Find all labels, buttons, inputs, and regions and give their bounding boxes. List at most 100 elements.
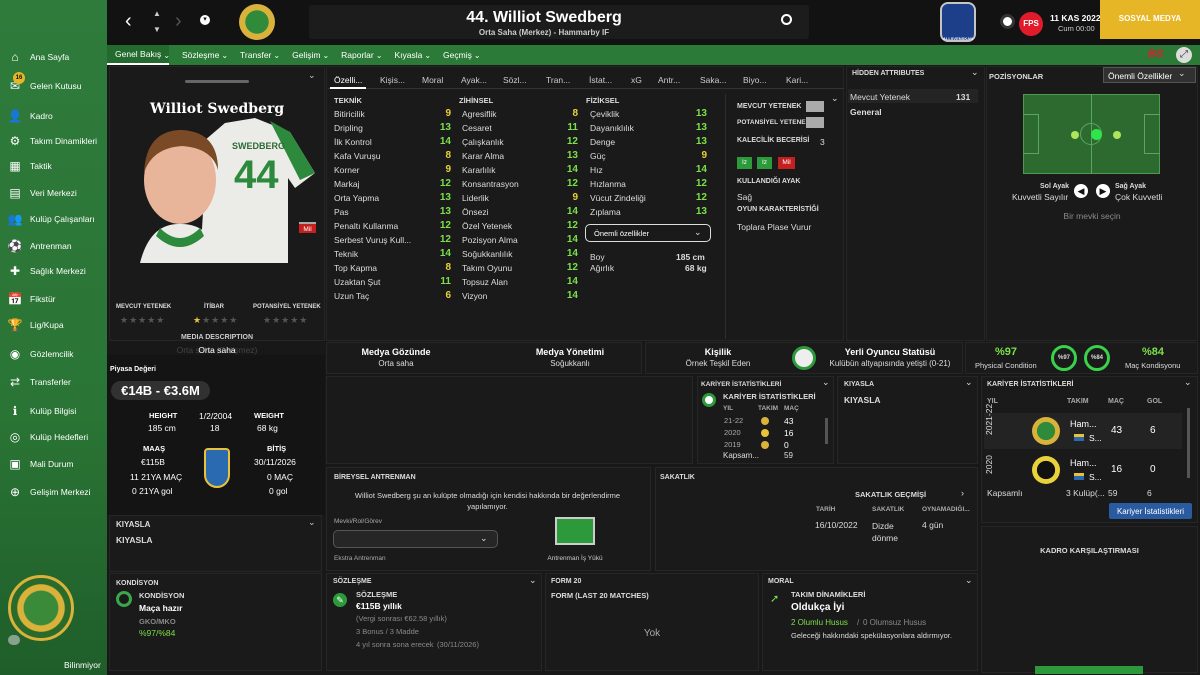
search-icon[interactable] (781, 14, 792, 25)
chip-2: Iz (757, 157, 772, 169)
technical-val-11: 8 (445, 262, 451, 273)
mental-val-0: 8 (572, 108, 578, 119)
positions-title[interactable]: POZİSYONLAR (989, 72, 1043, 81)
goals-21: 0 21YA gol (132, 486, 173, 496)
sidebar-item-12[interactable]: ⇄ Transferler (0, 371, 107, 393)
sidebar-item-2[interactable]: 👤 Kadro (0, 105, 107, 127)
menu-item-1[interactable]: Sözleşme (174, 50, 227, 60)
sidebar-item-0[interactable]: ⌂ Ana Sayfa (0, 46, 107, 68)
sidebar-item-5[interactable]: ▤ Veri Merkezi (0, 182, 107, 204)
reputation-stars: ★★★★★ (193, 315, 239, 325)
form-value: Yok (643, 628, 661, 639)
media-mgmt-title: Medya Yönetimi (535, 347, 605, 357)
tab-2[interactable]: Moral (422, 75, 443, 85)
sidebar-item-8[interactable]: ✚ Sağlık Merkezi (0, 260, 107, 282)
injury-sub[interactable]: SAKATLIK GEÇMİŞİ (855, 490, 926, 499)
morale-sub[interactable]: TAKIM DİNAMİKLERİ (791, 590, 865, 599)
sidebar-item-11[interactable]: ◉ Gözlemcilik (0, 343, 107, 365)
tab-4[interactable]: Sözl... (503, 75, 527, 85)
tab-1[interactable]: Kişis... (380, 75, 405, 85)
training-load-label: Antrenman İş Yükü (547, 555, 603, 562)
technical-val-12: 11 (440, 276, 451, 287)
social-media-button[interactable]: SOSYAL MEDYA (1100, 0, 1200, 37)
sidebar-item-14[interactable]: ◎ Kulüp Hedefleri (0, 426, 107, 448)
squad-compare-button[interactable] (1035, 666, 1143, 674)
tab-7[interactable]: xG (631, 75, 642, 85)
market-value[interactable]: €14B - €3.6M (111, 381, 210, 400)
career-small-scrollbar[interactable] (825, 418, 828, 444)
back-button[interactable]: ‹ (125, 10, 132, 33)
menu-item-0[interactable]: Genel Bakış (107, 45, 170, 65)
tab-8[interactable]: Antr... (658, 75, 680, 85)
tab-5[interactable]: Tran... (546, 75, 570, 85)
physical-attr-2: Denge (590, 137, 616, 147)
compare-small-menu-icon[interactable]: ⌄ (965, 377, 973, 388)
injury-sub-chevron[interactable]: › (961, 488, 964, 498)
potential-label: POTANSİYEL YETENEK (253, 304, 321, 310)
sidebar-item-16[interactable]: ⊕ Gelişim Merkezi (0, 481, 107, 503)
sidebar-item-13[interactable]: ℹ Kulüp Bilgisi (0, 400, 107, 422)
tab-3[interactable]: Ayak... (461, 75, 487, 85)
mental-attr-2: Çalışkanlık (462, 137, 504, 147)
down-arrow-icon[interactable]: ▼ (153, 25, 161, 34)
panel-menu-icon[interactable]: ⌄ (308, 70, 316, 81)
contract-menu-icon[interactable]: ⌄ (529, 575, 537, 586)
career-big-menu-icon[interactable]: ⌄ (1184, 377, 1192, 388)
tab-6[interactable]: İstat... (589, 75, 612, 85)
tab-11[interactable]: Kari... (786, 75, 808, 85)
sidebar-item-9[interactable]: 📅 Fikstür (0, 288, 107, 310)
injury-name: Dizde dönme (872, 521, 898, 543)
morale-menu-icon[interactable]: ⌄ (965, 575, 973, 586)
career-small-sub[interactable]: KARİYER İSTATİSTİKLERİ (723, 392, 816, 401)
chat-icon[interactable] (8, 635, 20, 645)
mental-attr-8: Özel Yetenek (462, 221, 513, 231)
sidebar-item-3[interactable]: ⚙ Takım Dinamikleri (0, 130, 107, 152)
position-dot-am[interactable] (1113, 131, 1121, 139)
tab-0[interactable]: Özelli... (334, 75, 362, 85)
career-small-apps-2: 0 (784, 440, 789, 450)
tab-10[interactable]: Biyo... (743, 75, 767, 85)
forward-button[interactable]: › (175, 10, 182, 33)
bs-logo[interactable]: BS (1148, 48, 1163, 60)
expand-icon[interactable]: ⤢ (1176, 47, 1192, 63)
tab-9[interactable]: Saka... (700, 75, 726, 85)
career-stats-button[interactable]: Kariyer İstatistikleri (1109, 503, 1192, 519)
position-dot-cm[interactable] (1091, 129, 1102, 140)
compare-left-menu-icon[interactable]: ⌄ (308, 517, 316, 528)
physical-attr-7: Zıplama (590, 207, 621, 217)
menu-item-4[interactable]: Raporlar (333, 50, 382, 60)
mental-val-3: 13 (566, 150, 578, 161)
training-role-select[interactable] (333, 530, 498, 548)
sidebar-item-label: Fikstür (30, 294, 56, 304)
club-badge[interactable] (239, 4, 275, 40)
contract-end-label: BİTİŞ (267, 444, 287, 453)
important-attributes-chevron: ⌄ (694, 227, 702, 237)
fps-badge[interactable]: FPS (1019, 12, 1043, 36)
position-dot-dm[interactable] (1071, 131, 1079, 139)
drag-handle[interactable] (185, 80, 249, 83)
career-small-menu-icon[interactable]: ⌄ (822, 377, 830, 388)
sidebar-item-label: Gelen Kutusu (30, 81, 82, 91)
dropdown-icon[interactable]: ▾ (200, 15, 210, 25)
ball-icon[interactable] (1000, 14, 1015, 29)
contract-ends: 4 yıl sonra sona erecek (356, 640, 434, 649)
career-big-scrollbar[interactable] (1187, 408, 1190, 478)
form-sub[interactable]: FORM (LAST 20 MATCHES) (551, 591, 649, 600)
ability-menu-icon[interactable]: ⌄ (831, 93, 839, 104)
sidebar-item-4[interactable]: ▦ Taktik (0, 155, 107, 177)
menu-item-2[interactable]: Transfer (232, 50, 279, 60)
agirlik-label: Ağırlık (590, 263, 615, 273)
contract-sub[interactable]: SÖZLEŞME (356, 590, 397, 599)
sidebar-item-7[interactable]: ⚽ Antrenman (0, 235, 107, 257)
hidden-menu-icon[interactable]: ⌄ (971, 67, 979, 78)
height-value: 185 cm (148, 423, 176, 433)
local-player-icon (792, 346, 816, 370)
career-big-col-1: TAKIM (1067, 398, 1089, 405)
sidebar-item-6[interactable]: 👥 Kulüp Çalışanları (0, 208, 107, 230)
wage-value: €115B (141, 457, 165, 467)
up-arrow-icon[interactable]: ▲ (153, 9, 161, 18)
sidebar-item-10[interactable]: 🏆 Lig/Kupa (0, 314, 107, 336)
sidebar-item-15[interactable]: ▣ Mali Durum (0, 453, 107, 475)
condition-ring-1: %97 (1051, 345, 1077, 371)
hidden-row-label: Mevcut Yetenek (850, 92, 911, 102)
